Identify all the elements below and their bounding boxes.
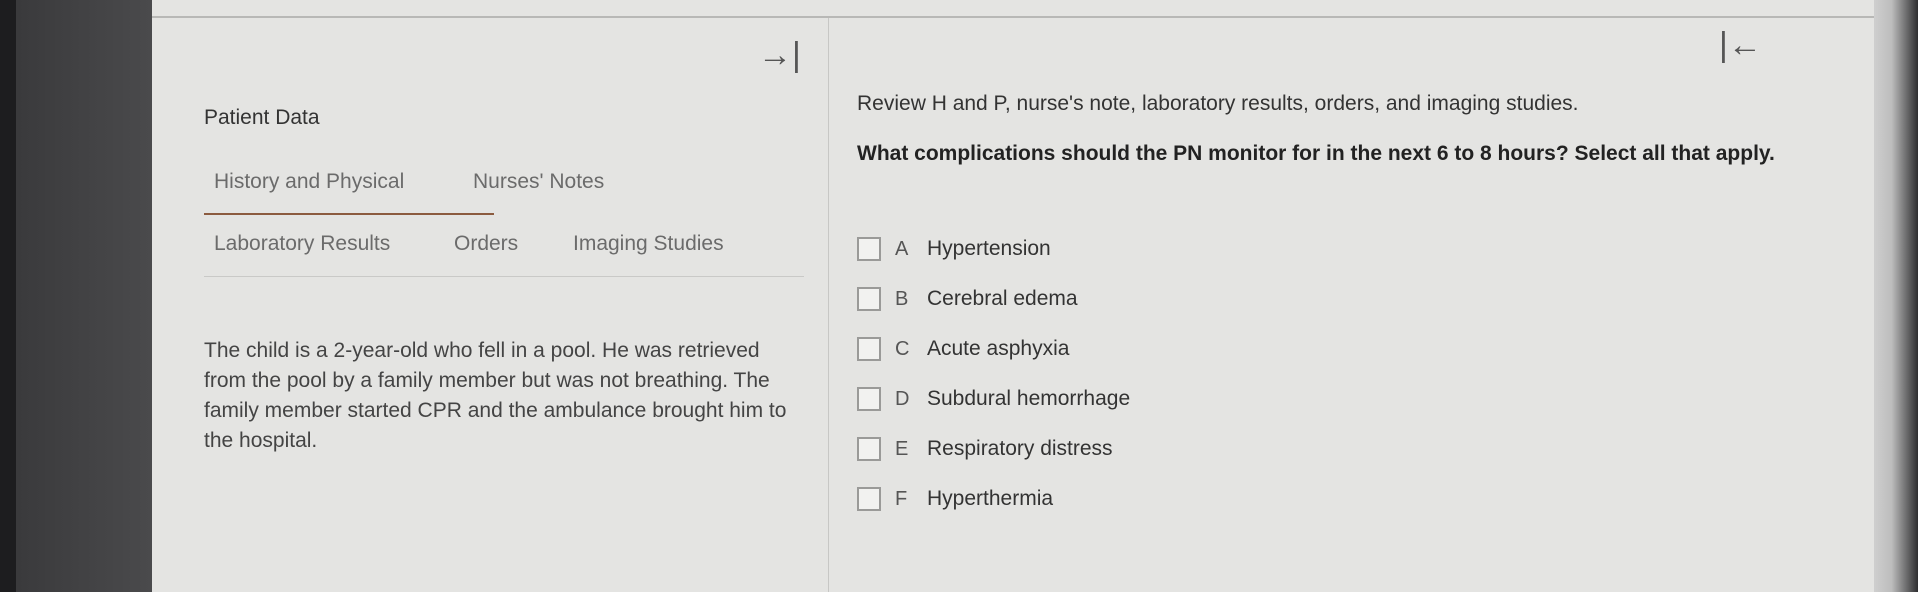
instruction-text: Review H and P, nurse's note, laboratory…	[857, 92, 1579, 115]
active-tab-indicator	[204, 213, 494, 215]
option-a[interactable]: A Hypertension	[857, 224, 1130, 274]
option-label: Hyperthermia	[927, 487, 1054, 510]
option-letter: B	[895, 287, 909, 310]
tab-laboratory-results[interactable]: Laboratory Results	[214, 232, 390, 256]
tab-imaging-studies[interactable]: Imaging Studies	[573, 232, 724, 256]
collapse-panel-right-icon[interactable]: →|	[758, 38, 801, 72]
option-label: Respiratory distress	[927, 437, 1113, 460]
option-b[interactable]: B Cerebral edema	[857, 274, 1130, 324]
tabs-divider	[204, 276, 804, 277]
checkbox[interactable]	[857, 337, 881, 361]
exam-window: →| Patient Data History and Physical Nur…	[152, 0, 1874, 592]
question-text: What complications should the PN monitor…	[857, 142, 1775, 165]
tab-orders[interactable]: Orders	[454, 232, 518, 256]
checkbox[interactable]	[857, 387, 881, 411]
option-c[interactable]: C Acute asphyxia	[857, 324, 1130, 374]
monitor-bezel-right	[1874, 0, 1918, 592]
checkbox[interactable]	[857, 237, 881, 261]
option-letter: A	[895, 237, 909, 260]
collapse-panel-left-icon[interactable]: |←	[1719, 28, 1762, 62]
screen-dark-margin	[16, 0, 152, 592]
checkbox[interactable]	[857, 437, 881, 461]
history-and-physical-text: The child is a 2-year-old who fell in a …	[204, 339, 787, 452]
patient-data-panel: →| Patient Data History and Physical Nur…	[152, 18, 829, 592]
option-letter: D	[895, 387, 910, 410]
option-letter: F	[895, 487, 908, 510]
panel-title: Patient Data	[204, 106, 320, 129]
checkbox[interactable]	[857, 487, 881, 511]
question-panel: |← Review H and P, nurse's note, laborat…	[829, 18, 1874, 592]
option-letter: E	[895, 437, 909, 460]
option-e[interactable]: E Respiratory distress	[857, 424, 1130, 474]
option-letter: C	[895, 337, 910, 360]
option-label: Hypertension	[927, 237, 1051, 260]
answer-options: A Hypertension B Cerebral edema C Acute …	[857, 224, 1130, 524]
tab-history-and-physical[interactable]: History and Physical	[214, 170, 404, 194]
checkbox[interactable]	[857, 287, 881, 311]
monitor-bezel-left	[0, 0, 16, 592]
option-label: Cerebral edema	[927, 287, 1078, 310]
option-label: Subdural hemorrhage	[927, 387, 1131, 410]
option-label: Acute asphyxia	[927, 337, 1070, 360]
option-f[interactable]: F Hyperthermia	[857, 474, 1130, 524]
tab-nurses-notes[interactable]: Nurses' Notes	[473, 170, 604, 194]
option-d[interactable]: D Subdural hemorrhage	[857, 374, 1130, 424]
